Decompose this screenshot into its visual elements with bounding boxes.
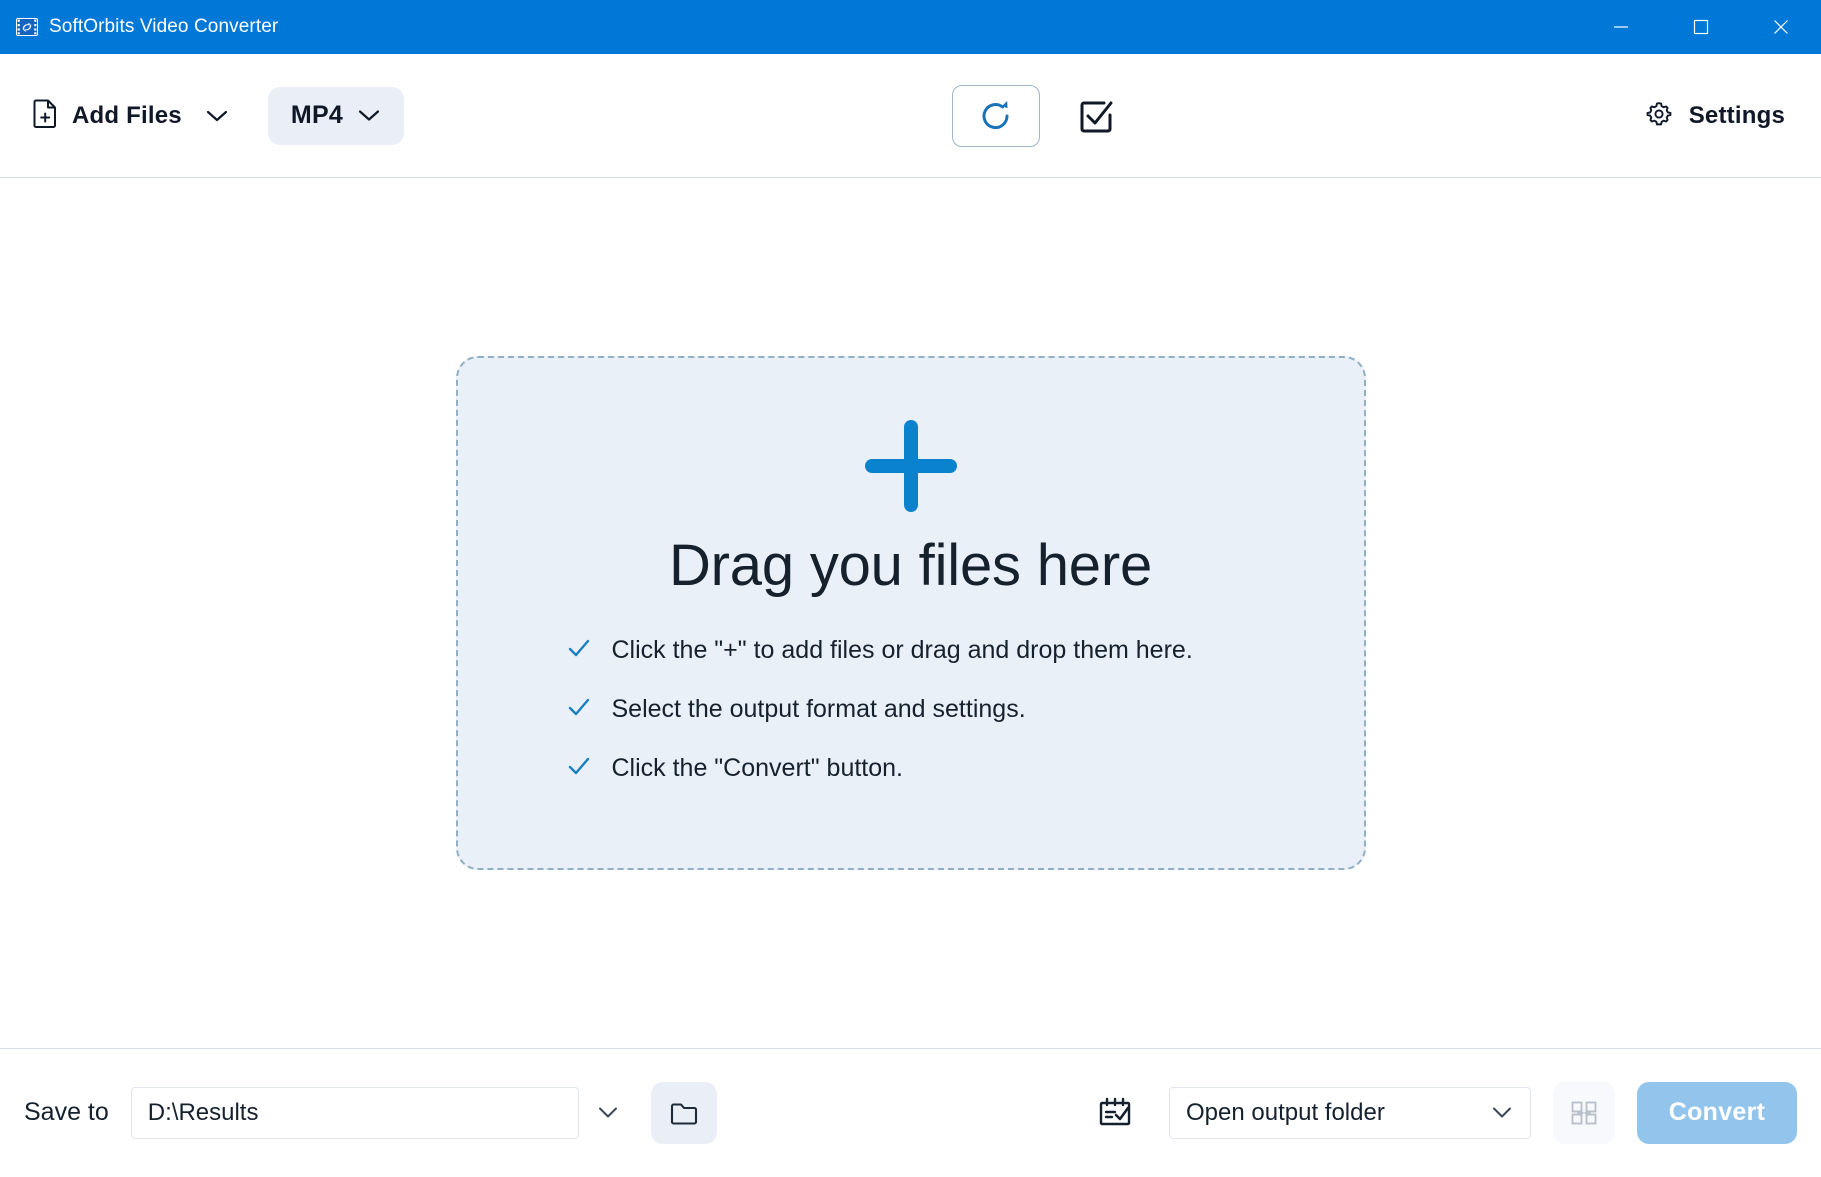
bottom-bar-right-group: Open output folder Convert <box>1087 1049 1797 1176</box>
toolbar-left-group: Add Files MP4 <box>24 86 405 145</box>
folder-icon <box>670 1102 697 1125</box>
convert-label: Convert <box>1668 1098 1766 1126</box>
check-icon <box>566 753 592 784</box>
chevron-down-icon <box>598 1107 617 1118</box>
add-files-label: Add Files <box>72 101 182 129</box>
refresh-button[interactable] <box>952 85 1040 147</box>
window-controls <box>1581 0 1821 54</box>
minimize-button[interactable] <box>1581 0 1661 54</box>
post-action-label: Open output folder <box>1186 1098 1385 1126</box>
settings-label: Settings <box>1688 102 1785 129</box>
file-dropzone[interactable]: Drag you files here Click the "+" to add… <box>455 356 1366 870</box>
close-icon <box>1774 20 1788 34</box>
list-item-label: Select the output format and settings. <box>611 695 1026 723</box>
video-film-icon <box>16 16 38 38</box>
merge-arrows-icon <box>1571 1101 1597 1124</box>
toolbar-center-group <box>952 54 1124 178</box>
save-path-input[interactable] <box>130 1086 579 1139</box>
maximize-icon <box>1693 19 1709 35</box>
list-item: Click the "+" to add files or drag and d… <box>566 635 1193 666</box>
gear-icon <box>1644 99 1674 134</box>
chevron-down-icon <box>1493 1107 1511 1118</box>
maximize-button[interactable] <box>1661 0 1741 54</box>
merge-files-button[interactable] <box>1553 1081 1615 1144</box>
check-icon <box>566 635 592 666</box>
minimize-icon <box>1614 26 1628 28</box>
plus-icon[interactable] <box>859 414 963 518</box>
title-bar: SoftOrbits Video Converter <box>0 0 1821 54</box>
checkbox-checked-icon <box>1080 101 1113 133</box>
close-button[interactable] <box>1741 0 1821 54</box>
check-icon <box>566 694 592 725</box>
file-plus-icon <box>32 98 59 133</box>
refresh-rotate-icon <box>982 101 1009 129</box>
chevron-down-icon <box>359 110 380 121</box>
toolbar-right-group: Settings <box>1632 54 1797 178</box>
dropzone-title: Drag you files here <box>669 533 1152 598</box>
add-files-dropdown-button[interactable] <box>190 98 244 134</box>
post-action-select[interactable]: Open output folder <box>1169 1086 1531 1139</box>
main-toolbar: Add Files MP4 Settings <box>0 54 1821 178</box>
output-format-button[interactable]: MP4 <box>267 86 405 145</box>
bottom-bar: Save to Open output folder <box>0 1049 1821 1176</box>
settings-button[interactable]: Settings <box>1632 89 1797 144</box>
titlebar-left-group: SoftOrbits Video Converter <box>0 16 278 38</box>
save-to-label: Save to <box>24 1098 109 1126</box>
list-item-label: Click the "Convert" button. <box>611 754 904 782</box>
calendar-check-icon <box>1099 1097 1131 1125</box>
window-title: SoftOrbits Video Converter <box>49 16 279 37</box>
select-all-button[interactable] <box>1068 88 1124 144</box>
list-item: Select the output format and settings. <box>566 694 1193 725</box>
main-content-area: Drag you files here Click the "+" to add… <box>0 178 1821 1049</box>
dropzone-instruction-list: Click the "+" to add files or drag and d… <box>566 635 1193 784</box>
list-item: Click the "Convert" button. <box>566 753 1193 784</box>
output-format-label: MP4 <box>290 101 344 129</box>
schedule-button[interactable] <box>1087 1085 1143 1141</box>
convert-button[interactable]: Convert <box>1637 1081 1797 1144</box>
browse-folder-button[interactable] <box>650 1081 717 1144</box>
list-item-label: Click the "+" to add files or drag and d… <box>611 636 1193 664</box>
save-path-history-button[interactable] <box>579 1087 637 1139</box>
add-files-button[interactable]: Add Files <box>24 88 190 143</box>
chevron-down-icon <box>206 110 227 121</box>
